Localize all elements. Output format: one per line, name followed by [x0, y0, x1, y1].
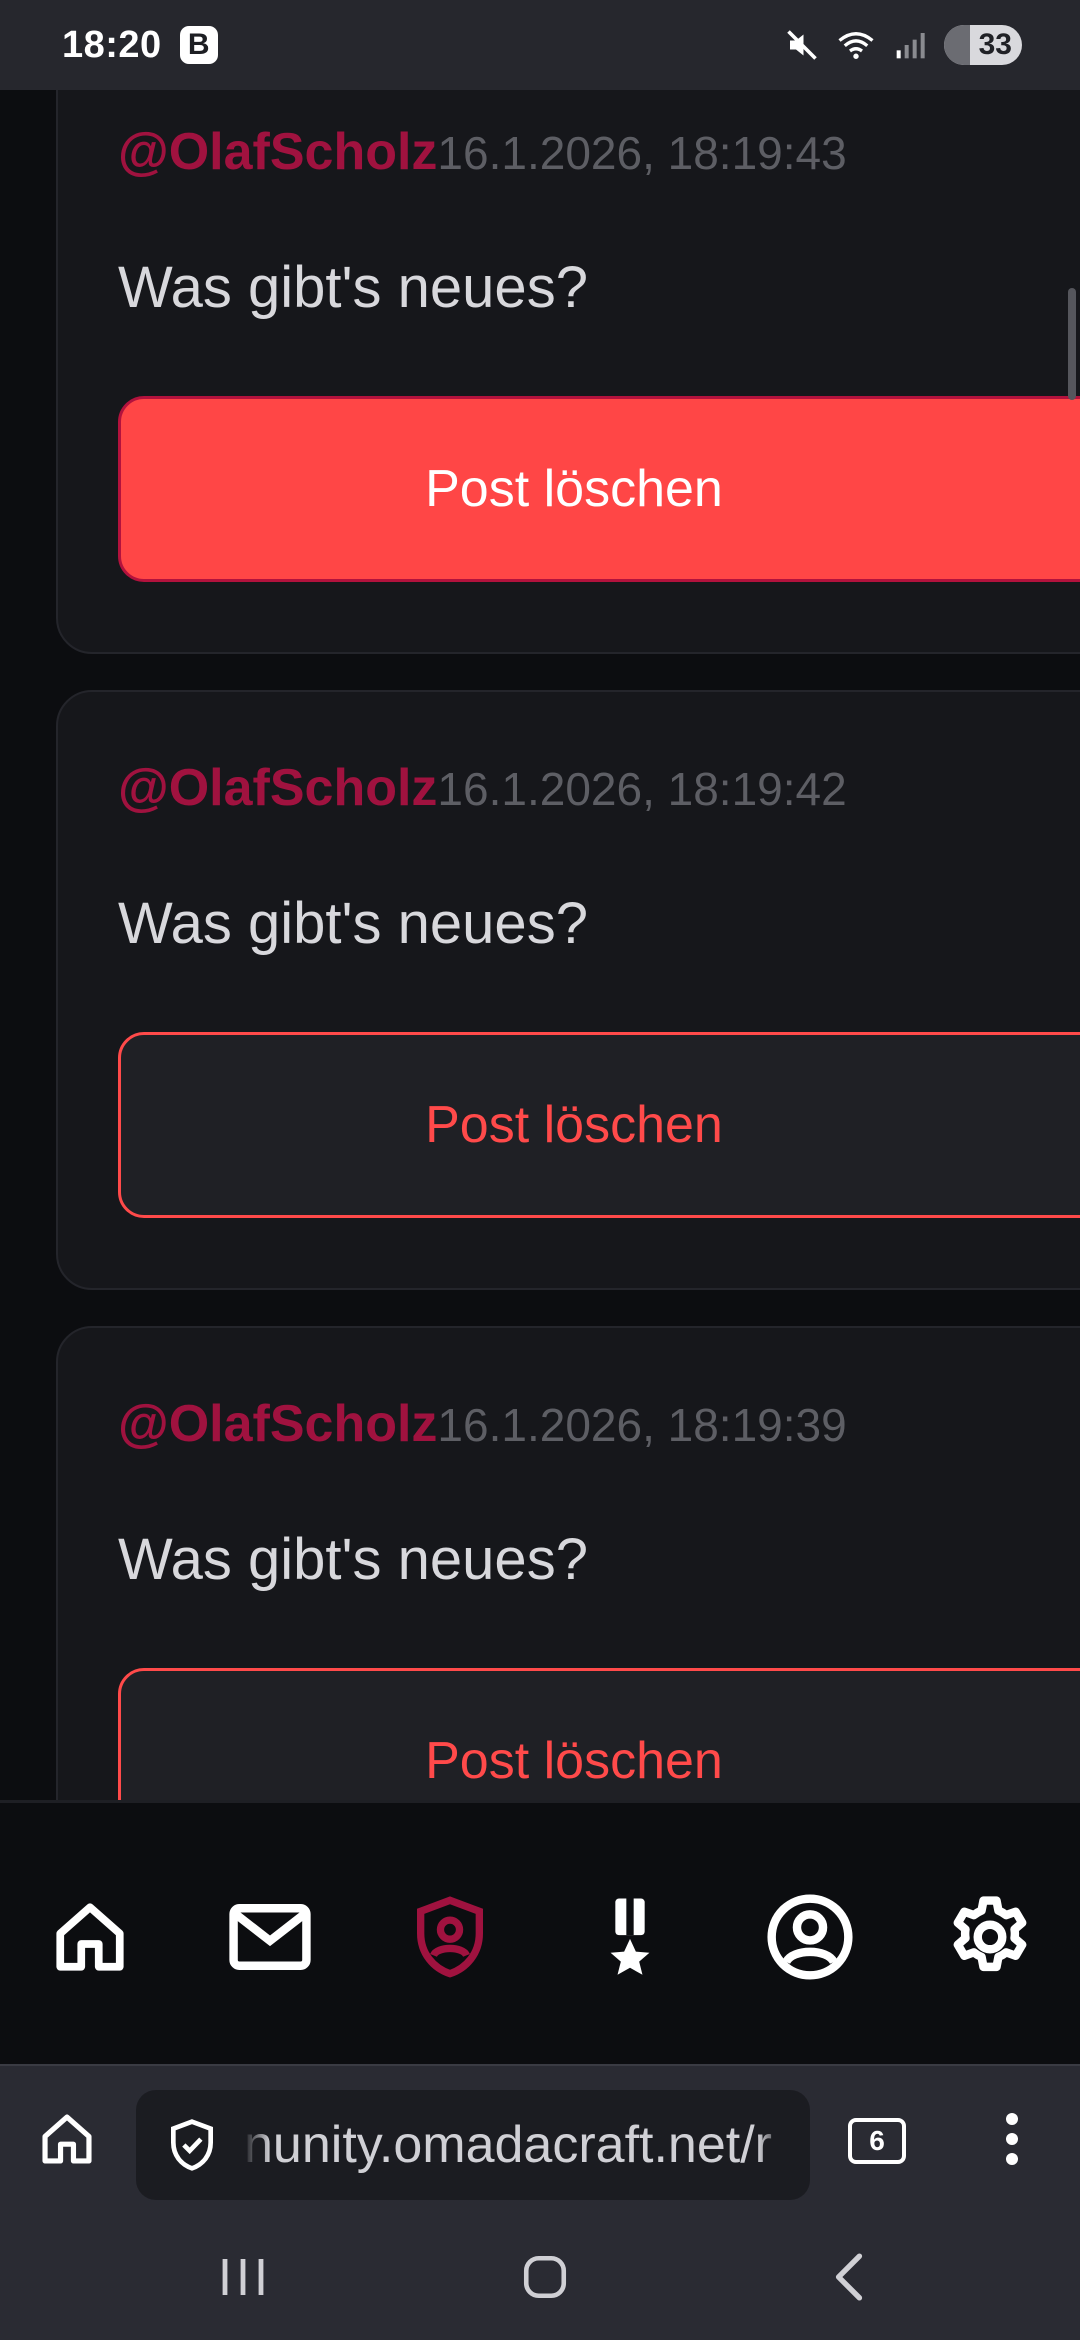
- status-left: 18:20 B: [62, 24, 218, 67]
- home-circle-icon: [523, 2255, 567, 2299]
- back-button[interactable]: [814, 2244, 884, 2310]
- home-system-button[interactable]: [510, 2244, 580, 2310]
- mute-icon: [782, 25, 822, 65]
- recent-apps-button[interactable]: [208, 2244, 278, 2310]
- nav-awards-button[interactable]: [582, 1889, 678, 1985]
- mail-icon: [229, 1904, 311, 1970]
- status-right: 33: [782, 25, 1022, 65]
- post-header: @OlafScholz 16.1.2026, 18:19:42: [118, 758, 847, 818]
- browser-menu-button[interactable]: [992, 2106, 1032, 2172]
- post-timestamp: 16.1.2026, 18:19:39: [437, 1399, 847, 1451]
- moderation-shield-icon: [417, 1896, 483, 1978]
- nav-messages-button[interactable]: [222, 1889, 318, 1985]
- url-bar[interactable]: nunity.omadacraft.net/r: [136, 2090, 810, 2200]
- post-timestamp: 16.1.2026, 18:19:43: [437, 127, 847, 179]
- delete-post-button[interactable]: Post löschen: [118, 396, 1080, 582]
- signal-icon: [890, 25, 930, 65]
- post-card: @OlafScholz 16.1.2026, 18:19:42 Was gibt…: [56, 690, 1080, 1290]
- more-vertical-icon: [1006, 2113, 1018, 2165]
- security-shield-icon[interactable]: [160, 2113, 224, 2177]
- recent-apps-icon: [222, 2259, 264, 2295]
- delete-post-label: Post löschen: [425, 460, 723, 518]
- post-header: @OlafScholz 16.1.2026, 18:19:43: [118, 122, 847, 182]
- post-text: Was gibt's neues?: [118, 1527, 588, 1592]
- bottom-nav: [0, 1800, 1080, 2064]
- status-time: 18:20: [62, 23, 162, 66]
- wifi-icon: [836, 25, 876, 65]
- battery-icon: 33: [944, 25, 1022, 65]
- award-medal-icon: [610, 1898, 650, 1975]
- url-text: nunity.omadacraft.net/r: [244, 2115, 784, 2175]
- post-timestamp: 16.1.2026, 18:19:42: [437, 763, 847, 815]
- profile-icon: [767, 1894, 853, 1980]
- delete-post-button[interactable]: Post löschen: [118, 1032, 1080, 1218]
- browser-home-button[interactable]: [34, 2106, 100, 2172]
- delete-post-label: Post löschen: [425, 1732, 723, 1790]
- delete-post-label: Post löschen: [425, 1096, 723, 1154]
- nav-moderation-button[interactable]: [402, 1889, 498, 1985]
- post-card: @OlafScholz 16.1.2026, 18:19:39 Was gibt…: [56, 1326, 1080, 1800]
- home-icon: [42, 2114, 92, 2164]
- screen: 18:20 B 33 @OlafScholz 16.1.2026, 18:19:: [0, 0, 1080, 2340]
- post-feed[interactable]: @OlafScholz 16.1.2026, 18:19:43 Was gibt…: [0, 90, 1080, 1800]
- post-author[interactable]: @OlafScholz: [118, 122, 437, 182]
- scrollbar-thumb[interactable]: [1068, 288, 1076, 400]
- settings-gear-icon: [953, 1896, 1027, 1972]
- nav-settings-button[interactable]: [942, 1889, 1038, 1985]
- browser-toolbar: nunity.omadacraft.net/r 6: [0, 2064, 1080, 2214]
- delete-post-button[interactable]: Post löschen: [118, 1668, 1080, 1800]
- post-text: Was gibt's neues?: [118, 255, 588, 320]
- post-author[interactable]: @OlafScholz: [118, 758, 437, 818]
- post-card: @OlafScholz 16.1.2026, 18:19:43 Was gibt…: [56, 90, 1080, 654]
- post-header: @OlafScholz 16.1.2026, 18:19:39: [118, 1394, 847, 1454]
- post-author[interactable]: @OlafScholz: [118, 1394, 437, 1454]
- post-text: Was gibt's neues?: [118, 891, 588, 956]
- nav-profile-button[interactable]: [762, 1889, 858, 1985]
- app-notification-badge: B: [179, 26, 218, 64]
- tab-switcher-button[interactable]: 6: [848, 2118, 906, 2164]
- system-navigation-bar: [0, 2214, 1080, 2340]
- status-bar: 18:20 B 33: [0, 0, 1080, 90]
- home-icon: [56, 1903, 124, 1971]
- battery-level: 33: [978, 28, 1012, 61]
- back-chevron-icon: [835, 2253, 863, 2301]
- nav-home-button[interactable]: [42, 1889, 138, 1985]
